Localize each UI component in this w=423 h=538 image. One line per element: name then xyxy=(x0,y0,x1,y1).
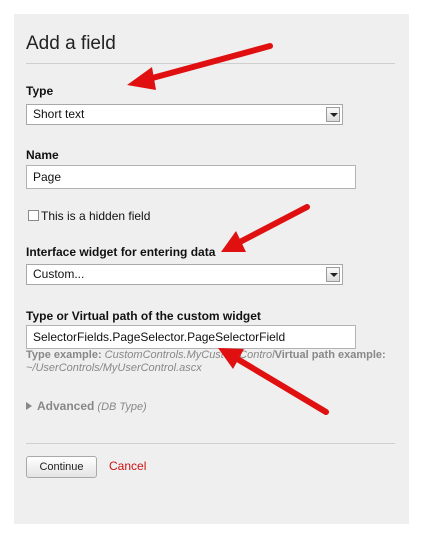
advanced-toggle[interactable]: Advanced (DB Type) xyxy=(26,399,147,413)
name-label: Name xyxy=(26,148,59,162)
type-select-value: Short text xyxy=(33,107,85,121)
advanced-note: (DB Type) xyxy=(97,401,147,413)
hidden-field-label: This is a hidden field xyxy=(41,209,151,223)
hidden-field-checkbox[interactable] xyxy=(28,210,39,221)
widget-label: Interface widget for entering data xyxy=(26,245,216,259)
cancel-link[interactable]: Cancel xyxy=(109,459,146,473)
advanced-label: Advanced xyxy=(37,399,95,413)
page-title: Add a field xyxy=(26,33,116,54)
type-select[interactable]: Short text xyxy=(26,104,343,125)
virtual-path-value: SelectorFields.PageSelector.PageSelector… xyxy=(33,330,286,344)
hint-path-heading: Virtual path example: xyxy=(274,349,386,361)
dropdown-arrow-icon[interactable] xyxy=(326,267,340,282)
type-label: Type xyxy=(26,84,54,98)
hint-text: Type example: CustomControls.MyCustomCon… xyxy=(26,349,401,375)
dropdown-arrow-icon[interactable] xyxy=(326,107,340,122)
footer-divider xyxy=(26,443,395,444)
widget-select-value: Custom... xyxy=(33,267,85,281)
hint-path-example: ~/UserControls/MyUserControl.ascx xyxy=(26,362,202,374)
name-input-value: Page xyxy=(33,170,62,184)
virtual-path-input[interactable]: SelectorFields.PageSelector.PageSelector… xyxy=(26,325,356,349)
widget-select[interactable]: Custom... xyxy=(26,264,343,285)
title-divider xyxy=(26,63,395,64)
virtual-path-label: Type or Virtual path of the custom widge… xyxy=(26,309,261,323)
name-input[interactable]: Page xyxy=(26,165,356,189)
hint-type-heading: Type example: xyxy=(26,349,102,361)
hint-type-example: CustomControls.MyCustomControl xyxy=(104,349,275,361)
expand-triangle-icon[interactable] xyxy=(26,402,32,410)
continue-button[interactable]: Continue xyxy=(26,456,97,478)
